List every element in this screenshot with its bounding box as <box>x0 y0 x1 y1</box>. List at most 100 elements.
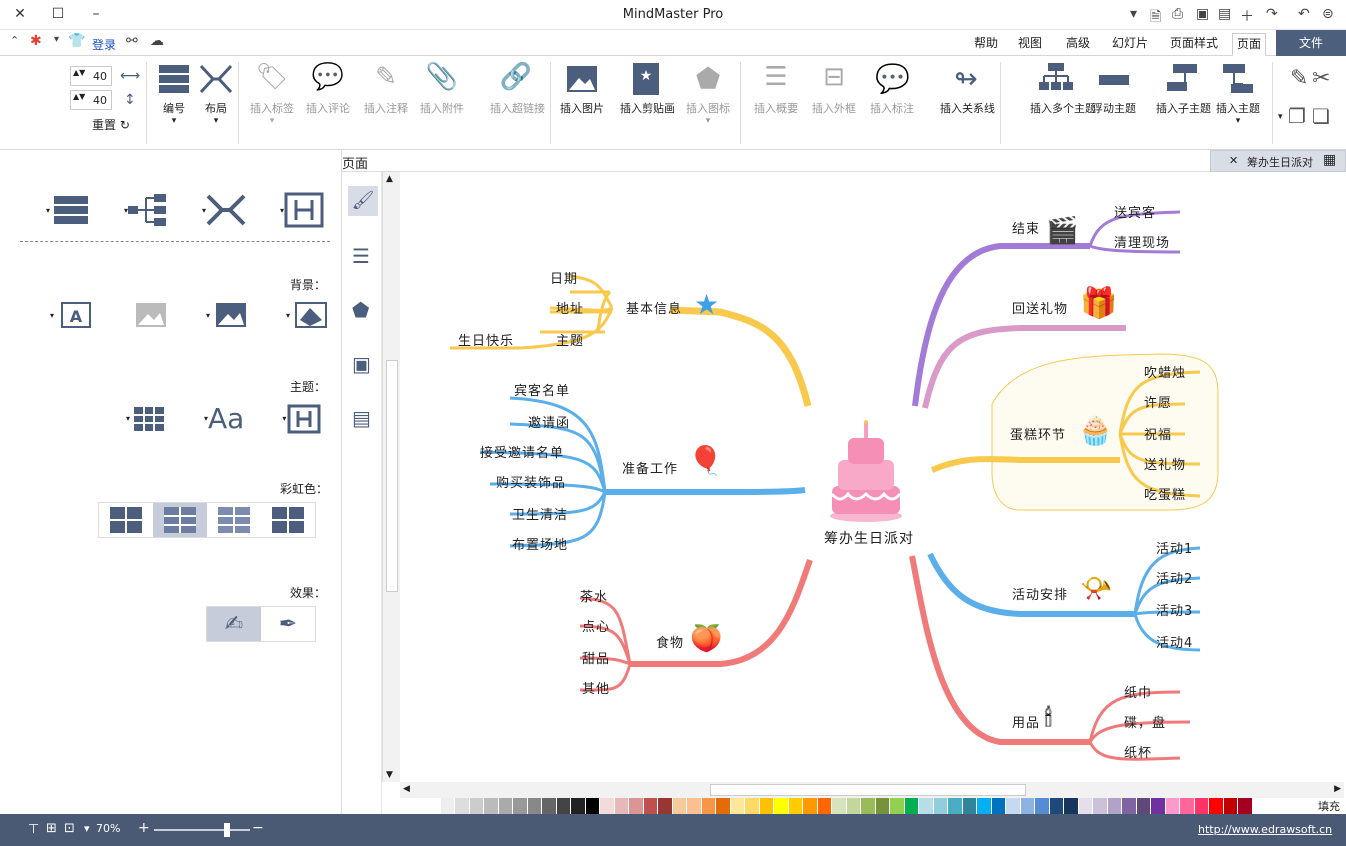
format-painter-icon[interactable]: ✎ <box>1290 66 1308 91</box>
color-swatch[interactable] <box>861 798 876 814</box>
subtopic-venue-setup[interactable]: 布置场地 <box>512 534 568 553</box>
color-swatch[interactable] <box>1035 798 1050 814</box>
insert-attachment-button[interactable]: 📎 插入附件 <box>416 62 468 116</box>
color-swatch[interactable] <box>788 798 803 814</box>
horizontal-scroll-thumb[interactable] <box>710 784 1026 796</box>
cut-icon[interactable]: ✂ <box>1312 66 1330 91</box>
subtopic-blessing[interactable]: 祝福 <box>1144 424 1172 443</box>
color-swatch[interactable] <box>846 798 861 814</box>
insert-subtopic-button[interactable]: 插入子主题 <box>1156 62 1211 116</box>
subtopic-tea[interactable]: 茶水 <box>580 586 608 605</box>
tab-slides[interactable]: 幻灯片 <box>1108 33 1152 56</box>
color-swatch[interactable] <box>440 798 455 814</box>
color-swatch[interactable] <box>469 798 484 814</box>
zoom-dropdown-icon[interactable]: ▾ <box>84 822 90 835</box>
open-icon[interactable]: ▤ <box>1218 6 1231 22</box>
close-tab-icon[interactable]: ✕ <box>1229 154 1238 167</box>
color-swatch[interactable] <box>977 798 992 814</box>
color-swatch[interactable] <box>759 798 774 814</box>
pen-effect-icon[interactable]: ✒ <box>261 607 315 641</box>
subtopic-activity-2[interactable]: 活动2 <box>1156 568 1193 587</box>
color-swatch[interactable] <box>1078 798 1093 814</box>
paste-icon[interactable]: ❐ <box>1288 104 1306 128</box>
color-swatch[interactable] <box>1223 798 1238 814</box>
tab-advanced[interactable]: 高级 <box>1062 33 1094 56</box>
insert-hyperlink-button[interactable]: 🔗 插入超链接 <box>490 62 545 116</box>
subtopic-theme[interactable]: 主题 <box>556 330 584 349</box>
reset-button[interactable]: 重置 ↻ <box>92 116 130 133</box>
color-swatch[interactable] <box>585 798 600 814</box>
color-swatch[interactable] <box>643 798 658 814</box>
color-swatch[interactable] <box>1049 798 1064 814</box>
spinner-arrows-icon[interactable]: ▲▼ <box>73 68 85 77</box>
export-icon[interactable]: 🗎 <box>1150 6 1161 30</box>
zoom-slider-handle[interactable] <box>224 823 230 837</box>
color-swatch[interactable] <box>426 798 441 814</box>
color-swatch[interactable] <box>614 798 629 814</box>
scroll-up-icon[interactable]: ▲ <box>386 174 393 184</box>
tab-help[interactable]: 帮助 <box>970 33 1002 56</box>
layout-option-map[interactable]: ▾ <box>202 192 246 228</box>
color-swatch[interactable] <box>542 798 557 814</box>
document-tab[interactable]: ✕ 筹办生日派对 ▦ <box>1210 150 1346 172</box>
color-swatch[interactable] <box>890 798 905 814</box>
insert-clipart-button[interactable]: ★ 插入剪贴画 <box>620 62 675 116</box>
color-swatch[interactable] <box>571 798 586 814</box>
color-swatch[interactable] <box>513 798 528 814</box>
undo-icon[interactable]: ↶ <box>1298 6 1310 22</box>
insert-summary-button[interactable]: ☰ 插入概要 <box>750 62 802 116</box>
topic-cake-session[interactable]: 蛋糕环节 <box>1010 424 1066 443</box>
cloud-icon[interactable]: ☁ <box>150 33 164 49</box>
insert-multiple-topics-button[interactable]: 插入多个主题 <box>1030 62 1096 116</box>
apps-dropdown-icon[interactable]: ▾ <box>54 34 59 45</box>
scroll-right-icon[interactable]: ▶ <box>1334 784 1341 794</box>
subtopic-napkins[interactable]: 纸巾 <box>1124 682 1152 701</box>
customize-icon[interactable]: ▾ <box>1130 6 1137 22</box>
layout-option-numbered[interactable]: ▾ <box>46 192 90 228</box>
color-swatch[interactable] <box>1136 798 1151 814</box>
color-swatch[interactable] <box>774 798 789 814</box>
topic-supplies[interactable]: 用品 <box>1012 712 1040 731</box>
color-swatch[interactable] <box>904 798 919 814</box>
zoom-out-icon[interactable]: − <box>252 820 264 836</box>
rainbow-option-1[interactable] <box>99 503 153 537</box>
width-spinner[interactable]: ▲▼ 40 <box>70 66 112 86</box>
topic-end[interactable]: 结束 <box>1012 218 1040 237</box>
mindmap-canvas[interactable]: 筹办生日派对 基本信息 ★ 日期 地址 主题 生日快乐 准备工作 🎈 宾客名单 … <box>400 172 1328 782</box>
subtopic-see-off-guests[interactable]: 送宾客 <box>1114 202 1156 221</box>
icon-library-icon[interactable]: ⬟ <box>352 298 369 322</box>
subtopic-activity-1[interactable]: 活动1 <box>1156 538 1193 557</box>
color-swatch[interactable] <box>962 798 977 814</box>
insert-tag-button[interactable]: 🏷 插入标签 ▾ <box>246 62 298 126</box>
scroll-down-icon[interactable]: ▼ <box>386 770 393 780</box>
horizontal-scrollbar[interactable]: ◀ ▶ <box>400 782 1344 798</box>
insert-callout-button[interactable]: 💬 插入标注 <box>866 62 918 116</box>
color-swatch[interactable] <box>687 798 702 814</box>
layout-option-bracket[interactable]: ▾ <box>280 192 324 228</box>
tab-view[interactable]: 视图 <box>1014 33 1046 56</box>
zoom-level[interactable]: 70% <box>96 822 120 835</box>
color-swatch[interactable] <box>919 798 934 814</box>
subtopic-guest-list[interactable]: 宾客名单 <box>514 380 570 399</box>
background-texture-button[interactable]: ▾ <box>286 300 330 330</box>
subtopic-address[interactable]: 地址 <box>556 298 584 317</box>
insert-boundary-button[interactable]: ⊟ 插入外框 <box>808 62 860 116</box>
copy-icon[interactable]: ❏ <box>1312 104 1330 128</box>
subtopic-happy-birthday[interactable]: 生日快乐 <box>458 330 514 349</box>
redo-icon[interactable]: ↷ <box>1266 6 1278 22</box>
vertical-scroll-thumb[interactable] <box>386 360 398 592</box>
color-swatch[interactable] <box>875 798 890 814</box>
subtopic-activity-3[interactable]: 活动3 <box>1156 600 1193 619</box>
subtopic-desserts[interactable]: 甜品 <box>582 648 610 667</box>
subtopic-plates[interactable]: 碟，盘 <box>1124 712 1166 731</box>
topic-return-gift[interactable]: 回送礼物 <box>1012 298 1068 317</box>
subtopic-activity-4[interactable]: 活动4 <box>1156 632 1193 651</box>
color-swatch[interactable] <box>455 798 470 814</box>
vertical-scrollbar[interactable]: ▲ ▼ <box>382 172 400 782</box>
subtopic-cleaning[interactable]: 卫生清洁 <box>512 504 568 523</box>
color-swatch[interactable] <box>1180 798 1195 814</box>
theme-font-button[interactable]: ▾ Aa <box>204 402 244 435</box>
insert-image-button[interactable]: 插入图片 <box>556 62 608 116</box>
color-swatch[interactable] <box>498 798 513 814</box>
color-swatch[interactable] <box>1064 798 1079 814</box>
